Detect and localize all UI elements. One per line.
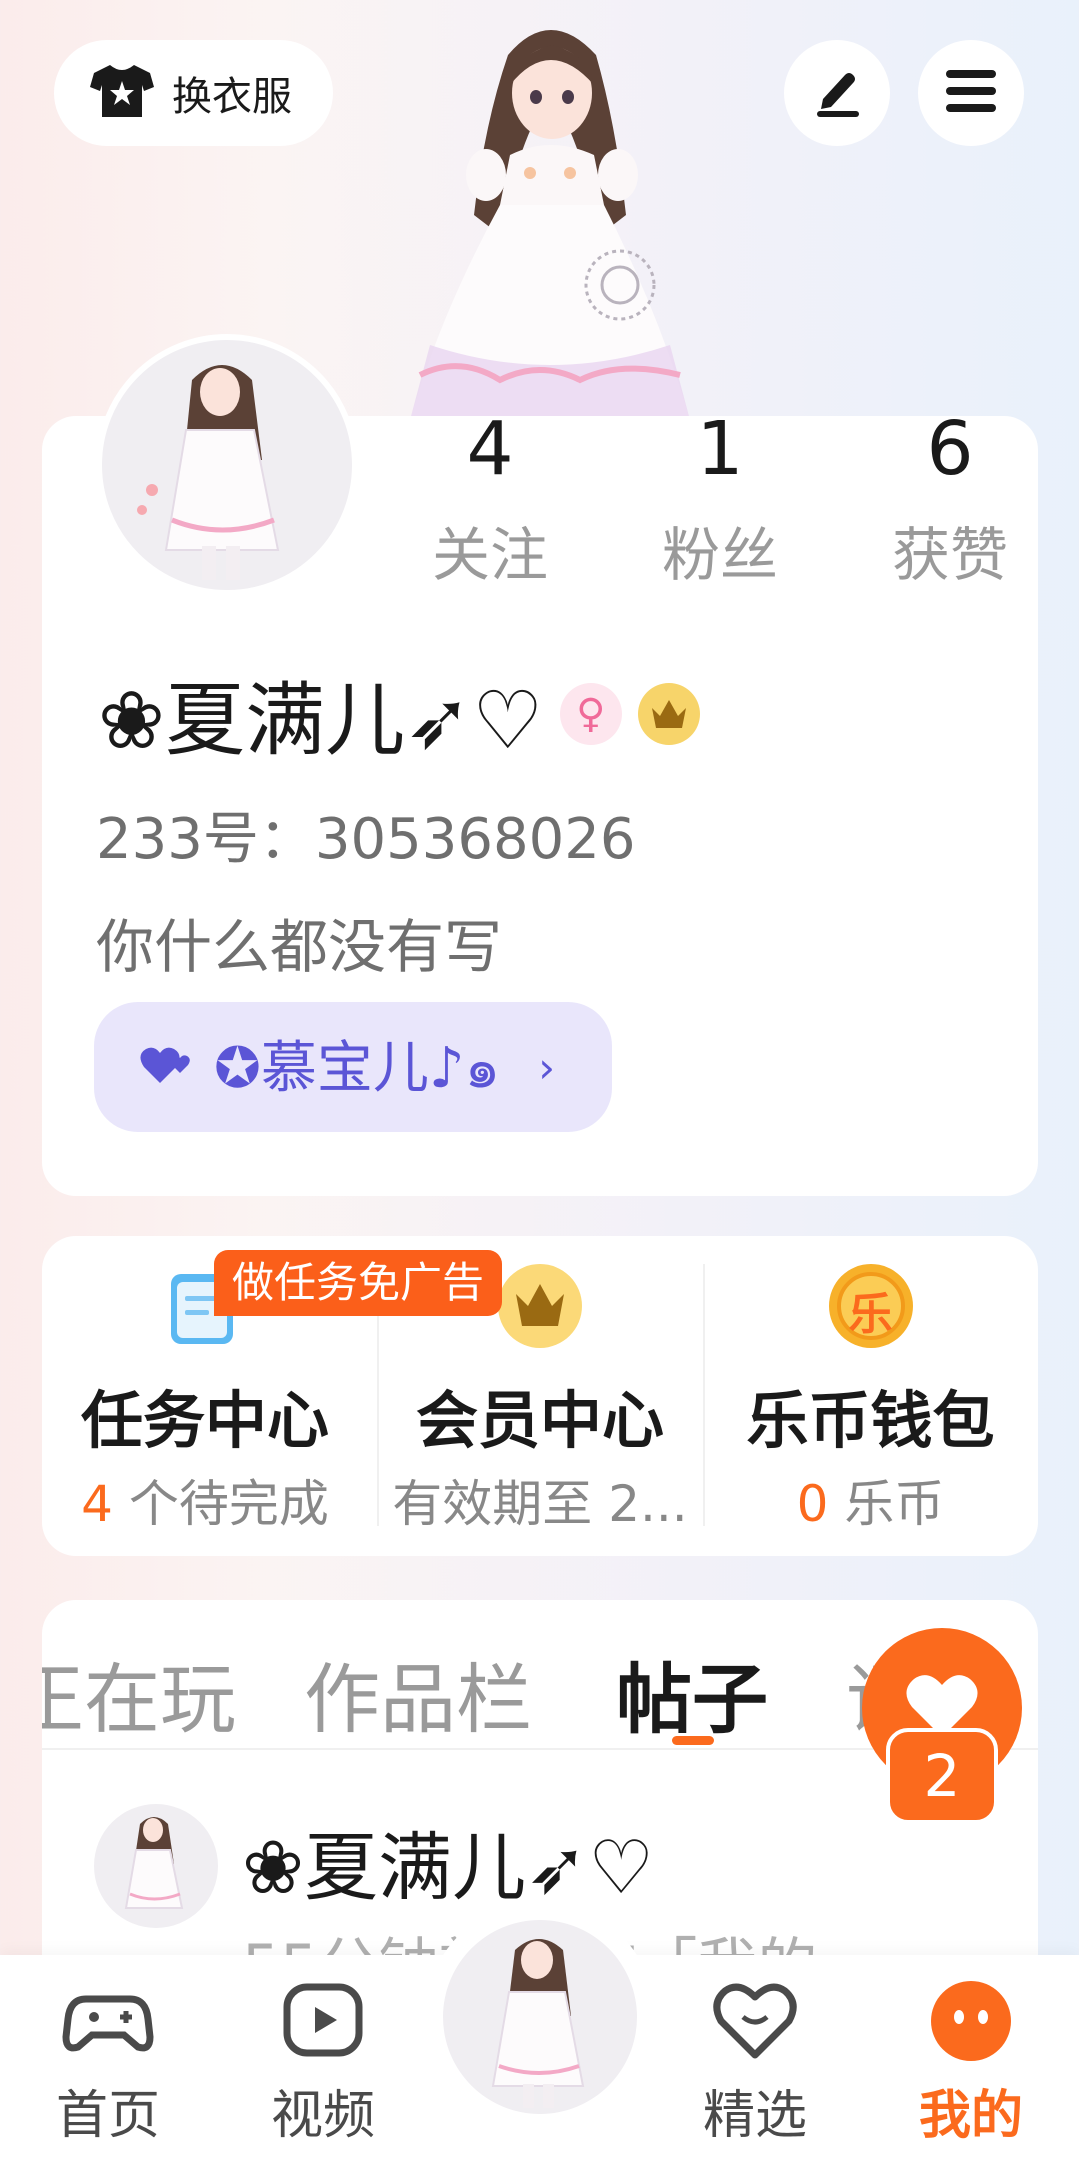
post-author-avatar[interactable]	[94, 1804, 218, 1928]
following-stat[interactable]: 4 关注	[390, 412, 590, 592]
coin-icon: 乐	[827, 1262, 915, 1350]
following-label: 关注	[431, 521, 548, 589]
play-icon	[277, 1975, 369, 2067]
menu-button[interactable]	[918, 40, 1024, 146]
avatar-character-figure[interactable]	[390, 15, 710, 420]
following-count: 4	[466, 406, 514, 492]
partner-link[interactable]: ✪慕宝儿♪๑ ›	[94, 1002, 612, 1132]
task-center-title: 任务中心	[80, 1384, 329, 1457]
nav-video-label: 视频	[270, 2086, 375, 2146]
likes-stat[interactable]: 6 获赞	[850, 412, 1050, 592]
coin-wallet-title: 乐币钱包	[746, 1384, 995, 1457]
face-icon	[925, 1975, 1017, 2067]
task-center-sub: 4 个待完成	[42, 1464, 368, 1536]
change-outfit-label: 换衣服	[172, 74, 292, 120]
center-avatar-button[interactable]	[443, 1920, 637, 2114]
user-id: 233号：305368026	[96, 807, 636, 872]
nav-me[interactable]: 我的	[891, 1975, 1051, 2148]
profile-name: ❀夏满儿➶♡	[98, 674, 544, 767]
heart-chat-icon	[709, 1975, 801, 2067]
profile-name-row: ❀夏满儿➶♡ ♀	[98, 656, 700, 772]
post-author-name[interactable]: ❀夏满儿➶♡	[242, 1808, 654, 1915]
followers-count: 1	[696, 406, 744, 492]
crown-icon	[496, 1262, 584, 1350]
services-card: 做任务免广告 任务中心 4 个待完成 会员中心 有效期至 2... 乐 乐币钱包…	[42, 1236, 1038, 1556]
female-badge-icon: ♀	[559, 683, 622, 745]
task-pending-label: 个待完成	[112, 1475, 329, 1533]
coin-wallet[interactable]: 乐 乐币钱包 0 乐币	[703, 1236, 1038, 1556]
coin-unit: 乐币	[828, 1475, 945, 1533]
nav-home-label: 首页	[55, 2086, 160, 2146]
followers-stat[interactable]: 1 粉丝	[620, 412, 820, 592]
active-tab-indicator	[672, 1736, 714, 1745]
likes-label: 获赞	[891, 521, 1008, 589]
nav-featured-label: 精选	[702, 2086, 807, 2146]
nav-featured[interactable]: 精选	[675, 1975, 835, 2148]
gamepad-icon	[62, 1975, 154, 2067]
edit-profile-button[interactable]	[784, 40, 890, 146]
tab-works[interactable]: 作品栏	[304, 1638, 532, 1748]
task-pending-count: 4	[81, 1475, 113, 1533]
double-heart-icon	[140, 1043, 196, 1091]
profile-avatar[interactable]	[96, 334, 358, 596]
nav-home[interactable]: 首页	[28, 1975, 188, 2148]
coin-wallet-sub: 0 乐币	[703, 1464, 1038, 1536]
nav-video[interactable]: 视频	[243, 1975, 403, 2148]
vip-expiry: 有效期至 2...	[392, 1475, 688, 1533]
chevron-right-icon: ›	[538, 1042, 556, 1092]
shirt-star-icon	[90, 63, 154, 123]
followers-label: 粉丝	[661, 521, 778, 589]
floating-count-badge: 2	[886, 1728, 998, 1824]
nav-me-label: 我的	[918, 2086, 1023, 2146]
tab-posts[interactable]: 帖子	[616, 1638, 768, 1748]
hamburger-icon	[944, 68, 998, 118]
change-outfit-button[interactable]: 换衣服	[54, 40, 333, 146]
partner-name: ✪慕宝儿♪๑	[214, 1035, 501, 1101]
likes-count: 6	[926, 406, 974, 492]
pen-icon	[809, 63, 865, 123]
tab-playing[interactable]: 正在玩	[42, 1638, 236, 1748]
vip-crown-badge-icon[interactable]	[637, 683, 700, 745]
coin-balance: 0	[796, 1475, 829, 1533]
profile-bio[interactable]: 你什么都没有写	[96, 900, 502, 984]
coin-glyph: 乐	[848, 1289, 893, 1340]
vip-center-title: 会员中心	[415, 1384, 664, 1457]
profile-stats: 4 关注 1 粉丝 6 获赞	[382, 412, 1038, 616]
promo-tag[interactable]: 做任务免广告	[214, 1250, 503, 1316]
